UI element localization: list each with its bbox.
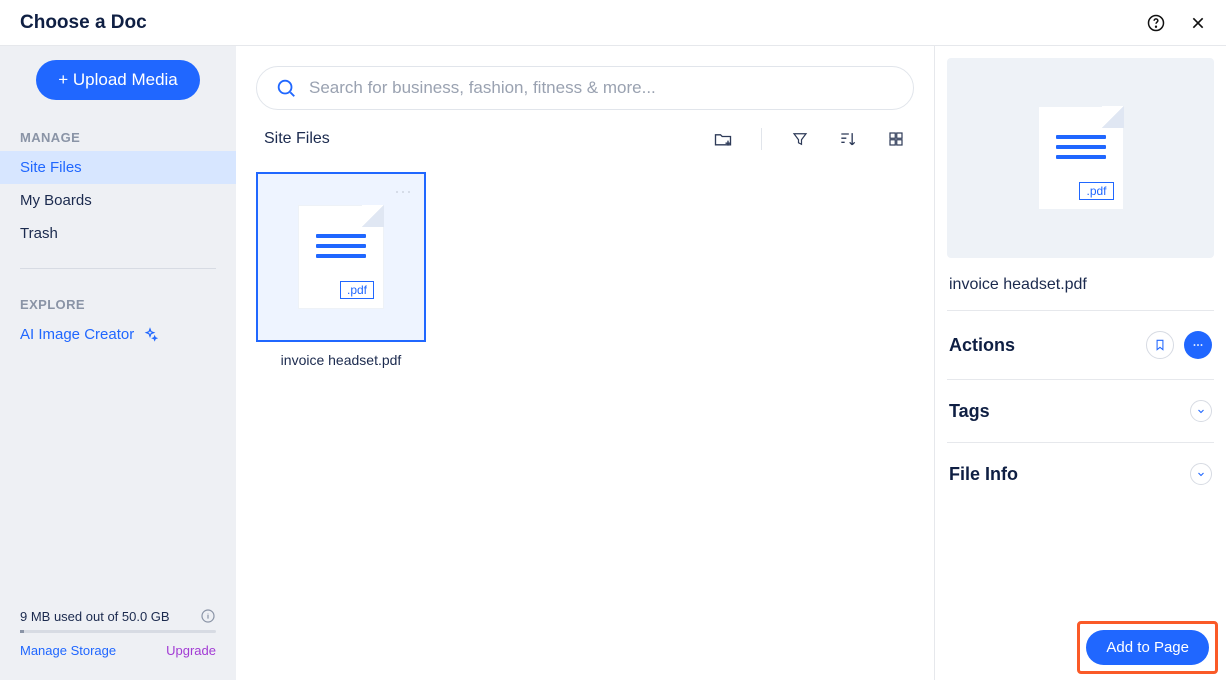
manage-storage-link[interactable]: Manage Storage	[20, 643, 116, 658]
search-bar	[256, 66, 914, 110]
actions-title: Actions	[949, 335, 1015, 356]
toolbar: Site Files	[236, 122, 934, 164]
add-to-page-button[interactable]: Add to Page	[1086, 630, 1209, 665]
upload-media-button[interactable]: + Upload Media	[36, 60, 200, 100]
file-name: invoice headset.pdf	[281, 352, 402, 368]
sidebar-item-site-files[interactable]: Site Files	[0, 151, 236, 184]
divider	[947, 310, 1214, 311]
tags-section[interactable]: Tags	[947, 388, 1214, 434]
upgrade-link[interactable]: Upgrade	[166, 643, 216, 658]
divider	[947, 379, 1214, 380]
chevron-down-icon[interactable]	[1190, 463, 1212, 485]
sidebar-footer: 9 MB used out of 50.0 GB Manage Storage …	[0, 608, 236, 670]
divider	[947, 442, 1214, 443]
add-folder-icon[interactable]	[713, 129, 733, 149]
sidebar-section-manage: MANAGE	[0, 120, 236, 151]
help-icon[interactable]	[1146, 13, 1166, 33]
file-preview: .pdf	[947, 58, 1214, 258]
tags-title: Tags	[949, 401, 990, 422]
toolbar-separator	[761, 128, 762, 150]
add-to-page-highlight: Add to Page	[1077, 621, 1218, 674]
toolbar-actions	[713, 128, 906, 150]
more-icon[interactable]: ⋯	[394, 182, 414, 203]
grid-view-icon[interactable]	[886, 129, 906, 149]
pdf-icon: .pdf	[1038, 106, 1124, 210]
sidebar-item-my-boards[interactable]: My Boards	[0, 184, 236, 217]
dialog-header: Choose a Doc	[0, 0, 1226, 46]
file-grid: ⋯ .pdf invoice headset.pdf	[236, 164, 934, 376]
dialog-title: Choose a Doc	[20, 12, 147, 34]
fileinfo-title: File Info	[949, 464, 1018, 485]
filter-icon[interactable]	[790, 129, 810, 149]
file-ext-badge: .pdf	[340, 281, 374, 299]
storage-bar	[20, 630, 216, 633]
sidebar-divider	[20, 268, 216, 269]
file-ext-badge: .pdf	[1079, 182, 1113, 200]
sparkle-icon	[142, 327, 158, 343]
close-icon[interactable]	[1188, 13, 1208, 33]
chevron-down-icon[interactable]	[1190, 400, 1212, 422]
sort-icon[interactable]	[838, 129, 858, 149]
sidebar-item-trash[interactable]: Trash	[0, 217, 236, 250]
sidebar-item-ai-image-creator[interactable]: AI Image Creator	[0, 318, 236, 351]
info-icon[interactable]	[200, 608, 216, 624]
file-thumbnail[interactable]: ⋯ .pdf	[256, 172, 426, 342]
details-panel: .pdf invoice headset.pdf Actions Tags	[935, 46, 1226, 680]
breadcrumb: Site Files	[264, 130, 330, 148]
more-actions-icon[interactable]	[1184, 331, 1212, 359]
search-input[interactable]	[309, 78, 895, 98]
sidebar: + Upload Media MANAGE Site Files My Boar…	[0, 46, 236, 680]
search-icon	[275, 77, 297, 99]
bookmark-icon[interactable]	[1146, 331, 1174, 359]
details-file-name: invoice headset.pdf	[949, 276, 1212, 294]
actions-section: Actions	[947, 319, 1214, 371]
storage-text: 9 MB used out of 50.0 GB	[20, 609, 170, 624]
header-actions	[1146, 13, 1208, 33]
sidebar-section-explore: EXPLORE	[0, 287, 236, 318]
file-tile[interactable]: ⋯ .pdf invoice headset.pdf	[256, 172, 426, 368]
sidebar-item-label: AI Image Creator	[20, 326, 134, 343]
fileinfo-section[interactable]: File Info	[947, 451, 1214, 497]
main-panel: Site Files ⋯	[236, 46, 935, 680]
pdf-icon: .pdf	[298, 205, 384, 309]
